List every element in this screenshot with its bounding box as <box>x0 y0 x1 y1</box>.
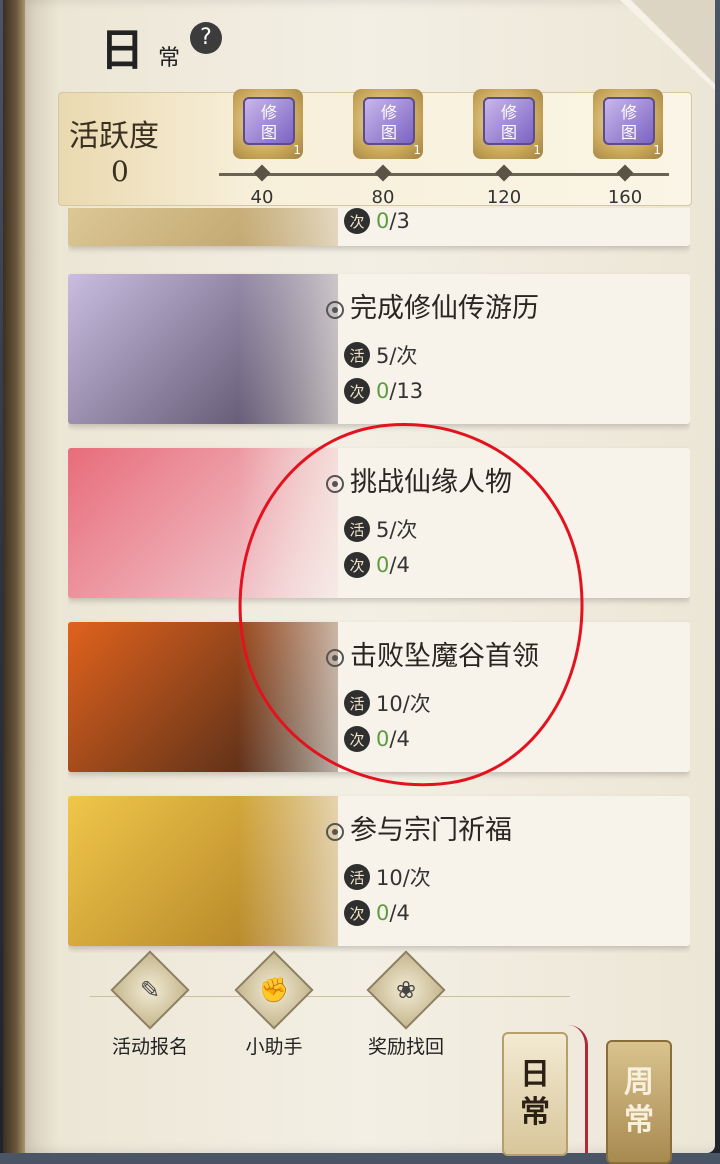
task-times-row: 次 0/4 <box>344 900 410 926</box>
title-small: 常 <box>158 46 181 71</box>
activity-progress-track <box>219 173 669 176</box>
activity-label: 活跃度 <box>69 119 159 154</box>
active-badge: 活 <box>344 864 370 890</box>
page-corner <box>620 0 715 90</box>
task-active-row: 活 5/次 <box>344 340 417 370</box>
helper-fist-icon: ✊ <box>234 950 314 1030</box>
reward-chest-3[interactable]: 修 图 1 <box>469 85 547 163</box>
total-count: /4 <box>389 901 410 925</box>
progress-node <box>616 164 634 182</box>
task-times-row: 次 0/3 <box>344 208 410 234</box>
reward-chest-1[interactable]: 修 图 1 <box>229 85 307 163</box>
activity-panel: 活跃度 0 修 图 1 修 图 1 修 图 1 修 图 1 40 80 120 … <box>58 89 692 208</box>
reward-recover-label: 奖励找回 <box>367 1036 444 1058</box>
task-name-text: 完成修仙传游历 <box>350 293 539 324</box>
active-value: 5/次 <box>376 344 418 368</box>
total-count: /13 <box>389 379 424 403</box>
reward-count: 1 <box>653 143 661 157</box>
progress-node <box>253 164 271 182</box>
task-name: 参与宗门祈福 <box>326 808 512 847</box>
reward-count: 1 <box>293 143 301 157</box>
title-big: 日 <box>100 25 144 76</box>
tab-daily[interactable]: 日 常 <box>502 1032 568 1156</box>
tab-weekly[interactable]: 周 常 <box>606 1040 672 1164</box>
activity-value: 0 <box>111 155 129 188</box>
task-times-row: 次 0/13 <box>344 378 423 404</box>
threshold-label: 120 <box>486 187 522 208</box>
reward-chest-2[interactable]: 修 图 1 <box>349 85 427 163</box>
times-badge: 次 <box>344 208 370 234</box>
reward-count: 1 <box>413 143 421 157</box>
task-card[interactable]: 完成修仙传游历 活 5/次 次 0/13 <box>68 274 690 424</box>
task-name: 完成修仙传游历 <box>326 286 539 325</box>
task-name-text: 参与宗门祈福 <box>350 815 512 846</box>
scroll-icon: 修 图 <box>603 97 655 145</box>
tab-daily-char: 日 <box>520 1057 550 1092</box>
page-title: 日 常 <box>100 14 180 78</box>
helper-label: 小助手 <box>245 1036 303 1058</box>
reward-chest-4[interactable]: 修 图 1 <box>589 85 667 163</box>
times-badge: 次 <box>344 900 370 926</box>
threshold-label: 80 <box>371 187 395 208</box>
scroll-icon: 修 图 <box>243 97 295 145</box>
scroll-icon: 修 图 <box>363 97 415 145</box>
active-badge: 活 <box>344 342 370 368</box>
reward-bag-icon: ❀ <box>366 950 446 1030</box>
tab-weekly-char: 周 <box>624 1065 654 1100</box>
signup-label: 活动报名 <box>111 1036 188 1058</box>
help-icon[interactable]: ? <box>190 22 222 54</box>
reward-count: 1 <box>533 143 541 157</box>
threshold-label: 40 <box>250 187 274 208</box>
total-count: /3 <box>389 209 410 233</box>
done-count: 0 <box>376 379 390 403</box>
helper-button[interactable]: ✊ 小助手 <box>214 950 334 1059</box>
threshold-label: 160 <box>607 187 643 208</box>
tab-daily-char: 常 <box>520 1095 550 1130</box>
helper-glyph: ✊ <box>259 976 289 1004</box>
scroll-icon: 修 图 <box>483 97 535 145</box>
task-active-row: 活 10/次 <box>344 862 431 892</box>
bullet-icon <box>326 300 344 319</box>
tab-weekly-char: 常 <box>624 1103 654 1138</box>
progress-node <box>374 164 392 182</box>
done-count: 0 <box>376 209 390 233</box>
task-card[interactable]: 参与宗门祈福 活 10/次 次 0/4 <box>68 796 690 946</box>
active-value: 10/次 <box>376 866 431 890</box>
bullet-icon <box>326 822 344 841</box>
signup-glyph: ✎ <box>139 976 161 1004</box>
task-card[interactable]: 次 0/3 <box>68 208 690 246</box>
times-badge: 次 <box>344 378 370 404</box>
done-count: 0 <box>376 901 390 925</box>
signup-button[interactable]: ✎ 活动报名 <box>90 950 210 1059</box>
progress-node <box>495 164 513 182</box>
signup-scroll-icon: ✎ <box>110 950 190 1030</box>
reward-recover-button[interactable]: ❀ 奖励找回 <box>346 950 466 1059</box>
reward-glyph: ❀ <box>395 976 417 1004</box>
